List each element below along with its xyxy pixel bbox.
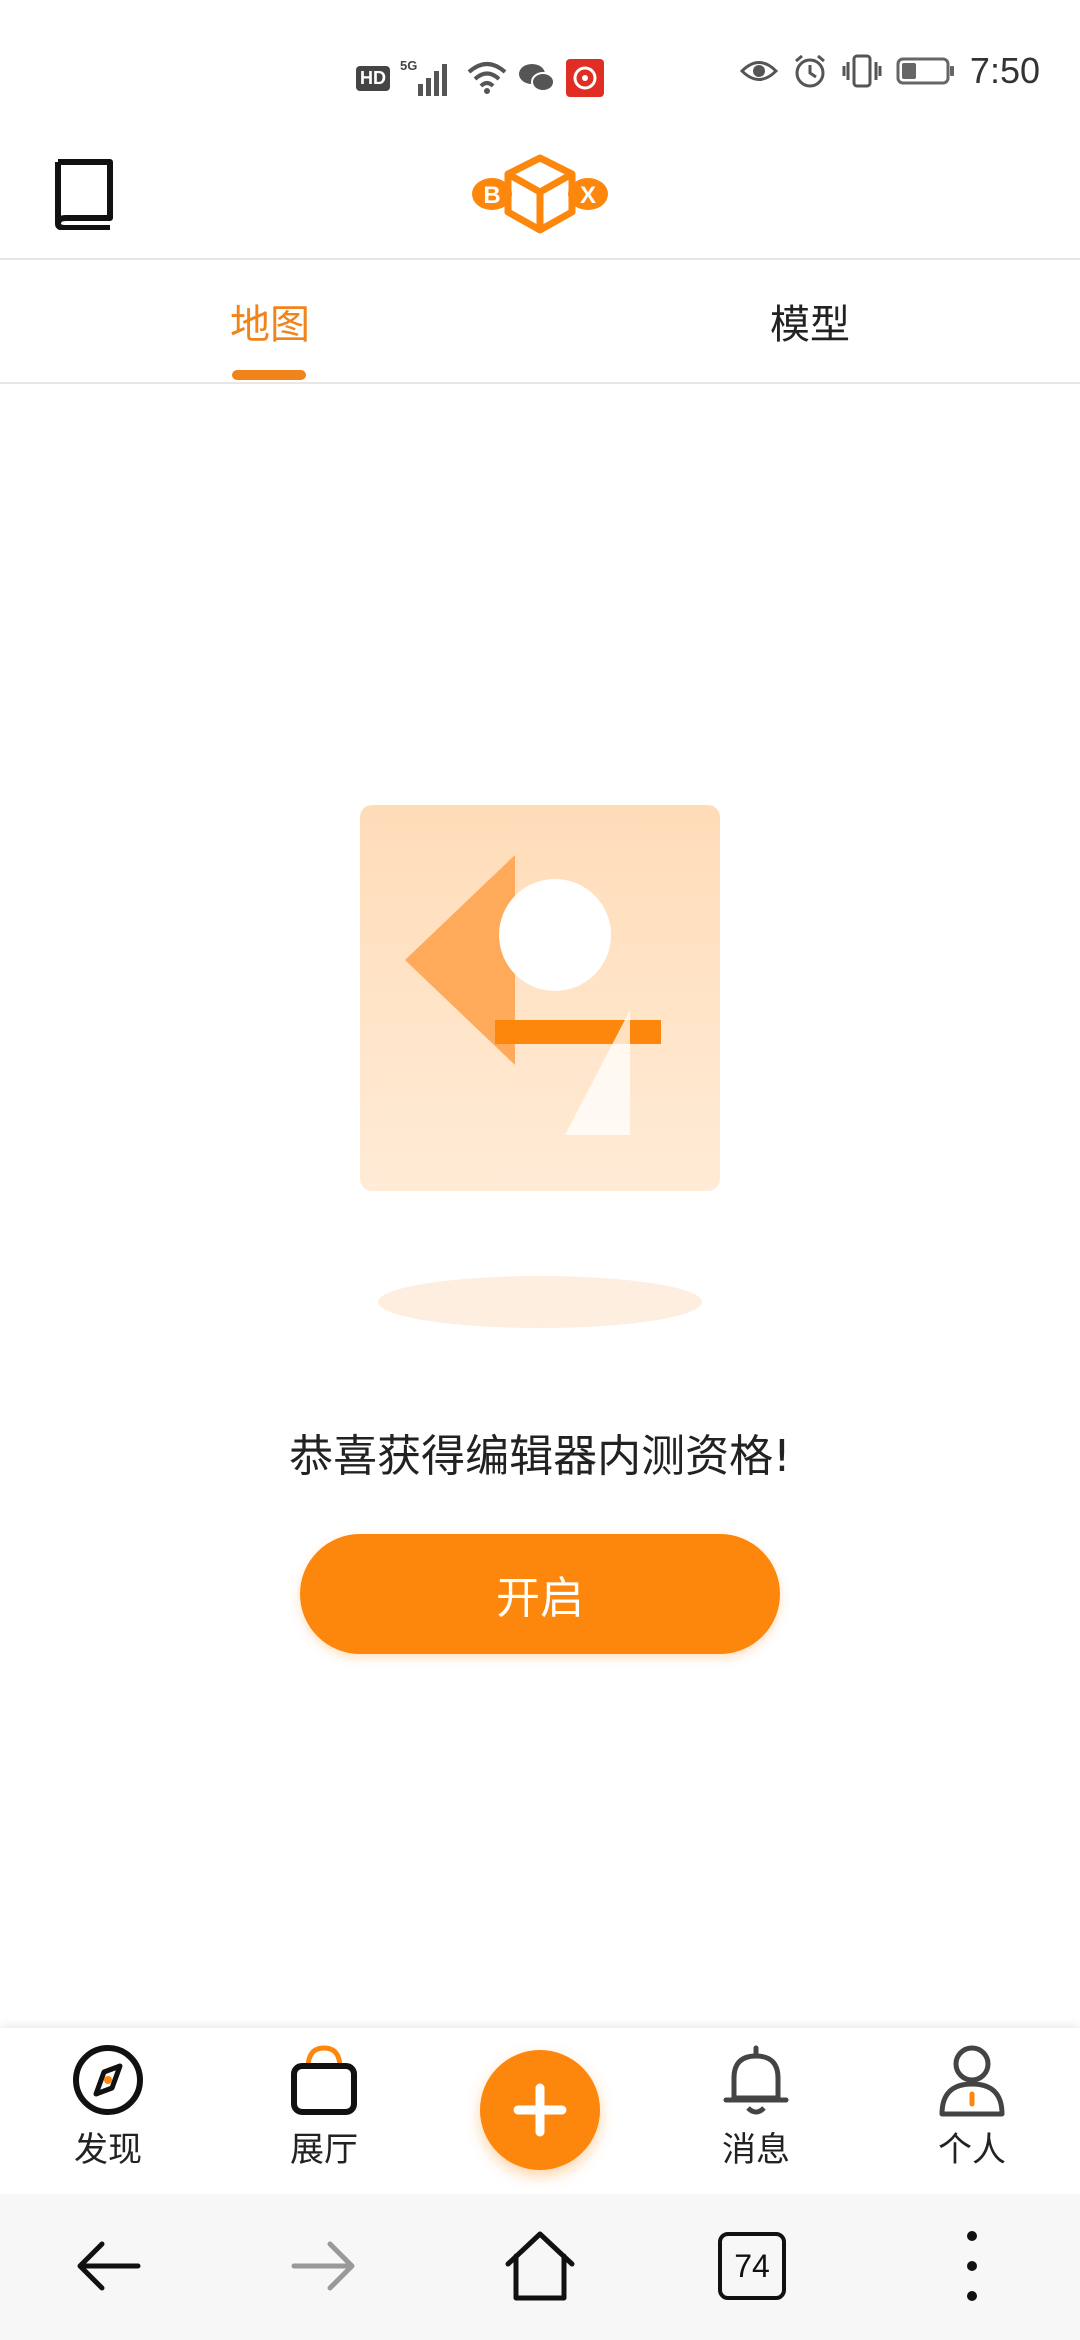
- back-arrow-icon[interactable]: [66, 2224, 150, 2308]
- nav-label-gallery: 展厅: [290, 2130, 358, 2170]
- nav-item-profile[interactable]: 个人: [902, 2042, 1042, 2192]
- person-icon: [939, 2045, 1005, 2117]
- nav-item-gallery[interactable]: 展厅: [254, 2042, 394, 2192]
- app-logo: B X: [472, 154, 608, 234]
- bottom-nav: 发现 展厅 消息 个人: [0, 2028, 1080, 2194]
- tab-model[interactable]: 模型: [540, 260, 1080, 382]
- logo-letter-b: B: [483, 182, 500, 209]
- success-message: 恭喜获得编辑器内测资格!: [289, 1431, 791, 1482]
- empty-state-illustration: [360, 805, 720, 1328]
- tab-bar: 地图 模型: [0, 260, 1080, 384]
- home-icon[interactable]: [498, 2224, 582, 2308]
- pinduoduo-icon: [566, 59, 604, 97]
- open-button[interactable]: 开启: [300, 1534, 780, 1654]
- book-icon[interactable]: [52, 158, 116, 230]
- tabs-icon[interactable]: 74: [718, 2232, 786, 2300]
- plus-icon: [513, 2083, 567, 2137]
- shopping-bag-icon: [291, 2045, 357, 2115]
- app-header: B X: [0, 130, 1080, 260]
- tab-active-indicator: [232, 370, 306, 380]
- nav-label-discover: 发现: [74, 2130, 142, 2170]
- compass-icon: [73, 2045, 143, 2115]
- battery-icon: [896, 57, 954, 85]
- hd-icon: HD: [356, 65, 390, 91]
- logo-letter-x: X: [580, 182, 596, 209]
- forward-arrow-icon[interactable]: [282, 2224, 366, 2308]
- nav-label-profile: 个人: [938, 2130, 1006, 2170]
- clock: 7:50: [969, 50, 1040, 91]
- nav-item-messages[interactable]: 消息: [686, 2042, 826, 2192]
- status-icons-right: 7:50: [739, 50, 1040, 92]
- add-button[interactable]: [480, 2050, 600, 2170]
- 5g-signal-icon: 5G: [400, 58, 447, 96]
- status-bar: HD 5G 7:50: [0, 0, 1080, 130]
- alarm-icon: [794, 54, 825, 88]
- svg-text:5G: 5G: [400, 58, 417, 73]
- vibrate-icon: [842, 54, 882, 88]
- more-icon[interactable]: [930, 2224, 1014, 2308]
- wechat-icon: [519, 64, 555, 92]
- tab-map[interactable]: 地图: [0, 260, 540, 382]
- status-icons-left: HD 5G: [356, 58, 604, 98]
- nav-label-messages: 消息: [722, 2130, 790, 2170]
- eye-icon: [739, 61, 778, 81]
- system-nav-bar: 74: [0, 2194, 1080, 2340]
- wifi-icon: [467, 62, 507, 94]
- nav-item-discover[interactable]: 发现: [38, 2042, 178, 2192]
- bell-icon: [723, 2045, 789, 2115]
